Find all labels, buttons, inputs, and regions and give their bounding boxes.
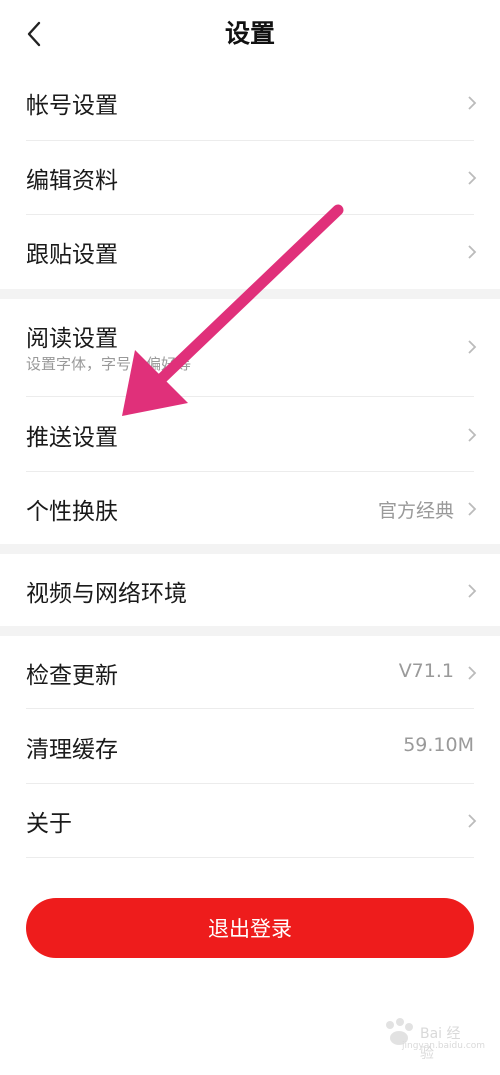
clear-cache-item[interactable]: 清理缓存 59.10M: [0, 709, 500, 783]
chevron-right-icon: [468, 245, 477, 259]
version-value: V71.1: [398, 660, 454, 682]
push-settings-label: 推送设置: [26, 425, 118, 451]
about-label: 关于: [26, 811, 72, 837]
network-label: 视频与网络环境: [26, 581, 187, 607]
page-title: 设置: [224, 19, 275, 48]
chevron-right-icon: [468, 502, 477, 516]
reading-settings-label: 阅读设置: [26, 326, 118, 352]
reading-settings-sublabel: 设置字体，字号，偏好等: [26, 355, 192, 373]
section-gap: [0, 289, 500, 299]
section-gap: [0, 544, 500, 554]
clear-cache-label: 清理缓存: [26, 737, 118, 763]
reading-settings-item[interactable]: 阅读设置 设置字体，字号，偏好等: [0, 299, 500, 396]
baidu-watermark: Bai 经验 jingyan.baidu.com: [380, 1017, 485, 1062]
divider: [26, 857, 474, 858]
edit-profile-item[interactable]: 编辑资料: [0, 141, 500, 214]
chevron-right-icon: [468, 814, 477, 828]
header-bar: 设置: [0, 0, 500, 66]
comment-settings-item[interactable]: 跟贴设置: [0, 215, 500, 289]
check-update-item[interactable]: 检查更新 V71.1: [0, 636, 500, 708]
check-update-label: 检查更新: [26, 663, 118, 689]
comment-settings-label: 跟贴设置: [26, 242, 118, 268]
section-gap: [0, 626, 500, 636]
chevron-right-icon: [468, 428, 477, 442]
skin-label: 个性换肤: [26, 499, 118, 525]
skin-item[interactable]: 个性换肤 官方经典: [0, 472, 500, 544]
push-settings-item[interactable]: 推送设置: [0, 397, 500, 471]
watermark-sub: jingyan.baidu.com: [402, 1041, 486, 1051]
chevron-right-icon: [468, 340, 477, 354]
logout-button[interactable]: 退出登录: [26, 898, 474, 958]
chevron-right-icon: [468, 666, 477, 680]
chevron-right-icon: [468, 584, 477, 598]
account-settings-label: 帐号设置: [26, 93, 118, 119]
network-item[interactable]: 视频与网络环境: [0, 554, 500, 628]
skin-value: 官方经典: [377, 500, 454, 522]
account-settings-item[interactable]: 帐号设置: [0, 66, 500, 140]
edit-profile-label: 编辑资料: [26, 168, 118, 194]
chevron-right-icon: [468, 171, 477, 185]
chevron-right-icon: [468, 96, 477, 110]
cache-size-value: 59.10M: [403, 734, 474, 756]
about-item[interactable]: 关于: [0, 784, 500, 857]
